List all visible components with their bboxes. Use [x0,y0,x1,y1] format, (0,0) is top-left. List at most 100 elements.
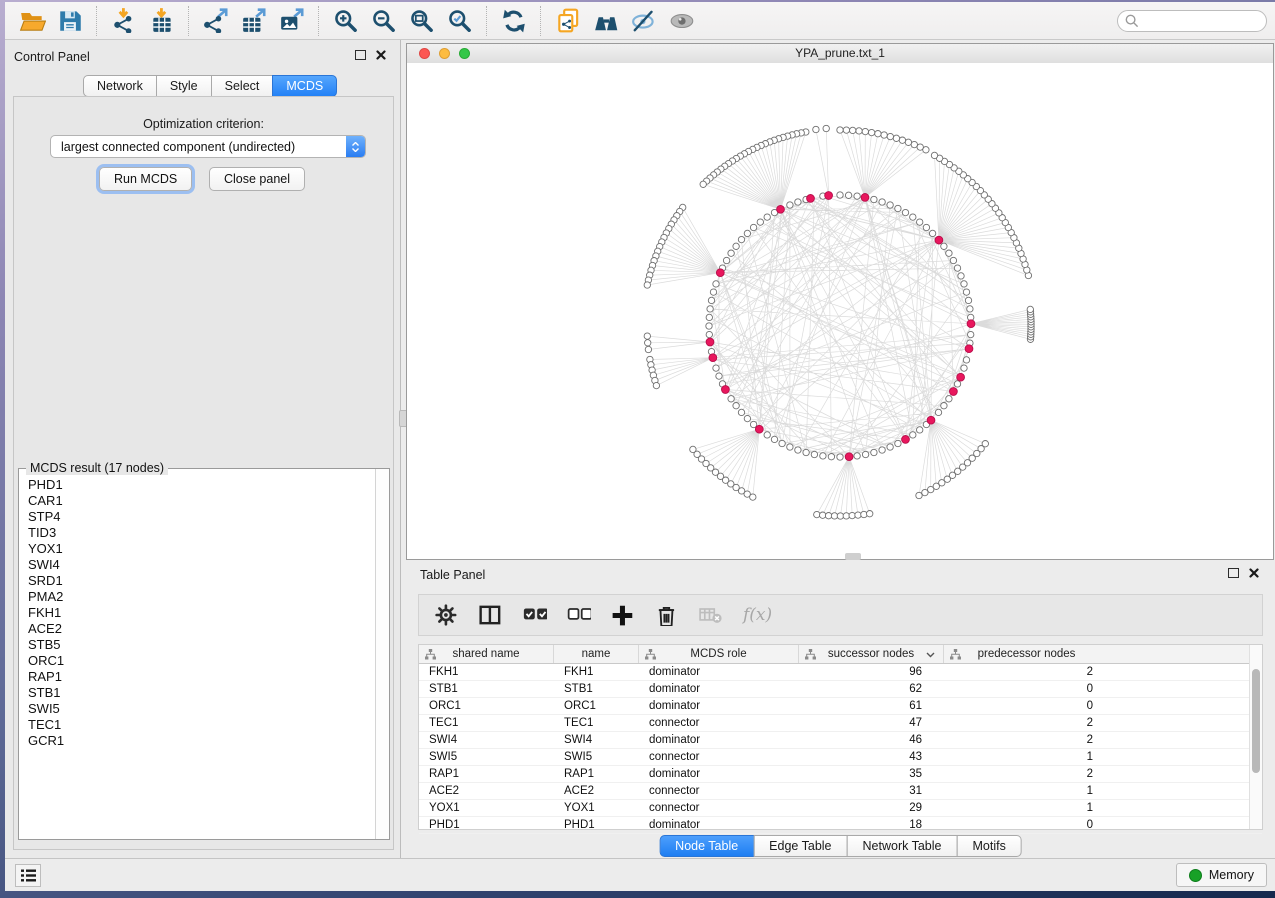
add-row-button[interactable] [611,604,635,626]
cell: dominator [639,766,799,782]
mcds-result-item[interactable]: CAR1 [20,493,375,509]
float-panel-icon[interactable] [355,50,366,60]
export-image-button[interactable] [273,5,311,37]
attribute-type-icon [950,649,961,660]
mcds-result-item[interactable]: YOX1 [20,541,375,557]
column-header-name[interactable]: name [554,645,639,663]
clone-network-button[interactable] [549,5,587,37]
mcds-result-item[interactable]: SRD1 [20,573,375,589]
split-panel-button[interactable] [479,604,503,626]
tab-node-table[interactable]: Node Table [659,835,754,857]
cell [1109,783,1262,799]
cell: SWI4 [554,732,639,748]
close-table-panel-icon[interactable] [1249,568,1259,578]
save-session-button[interactable] [51,5,89,37]
table-row[interactable]: FKH1FKH1dominator962 [419,664,1262,681]
zoom-selected-button[interactable] [441,5,479,37]
deselect-all-button[interactable] [567,604,591,626]
column-header-successor-nodes[interactable]: successor nodes [799,645,944,663]
hide-selected-button[interactable] [625,5,663,37]
table-row[interactable]: ORC1ORC1dominator610 [419,698,1262,715]
mcds-result-item[interactable]: SWI5 [20,701,375,717]
cytoscape-window: Control Panel NetworkStyleSelectMCDS Opt… [5,2,1275,890]
mcds-result-list[interactable]: PHD1CAR1STP4TID3YOX1SWI4SRD1PMA2FKH1ACE2… [20,477,375,838]
cell: PHD1 [419,817,554,833]
table-row[interactable]: ACE2ACE2connector311 [419,783,1262,800]
table-row[interactable]: TEC1TEC1connector472 [419,715,1262,732]
network-window-titlebar[interactable]: YPA_prune.txt_1 [407,44,1273,64]
table-row[interactable]: STB1STB1dominator620 [419,681,1262,698]
mcds-result-item[interactable]: STB1 [20,685,375,701]
first-neighbors-button[interactable] [587,5,625,37]
mcds-result-item[interactable]: ACE2 [20,621,375,637]
mcds-result-item[interactable]: STB5 [20,637,375,653]
table-row[interactable]: PHD1PHD1dominator180 [419,817,1262,834]
horizontal-splitter-handle[interactable] [845,553,861,560]
zoom-out-icon [371,8,398,33]
mcds-result-item[interactable]: ORC1 [20,653,375,669]
cell: dominator [639,817,799,833]
zoom-in-button[interactable] [327,5,365,37]
show-all-button[interactable] [663,5,701,37]
automation-panel-button[interactable] [15,864,41,887]
mcds-result-item[interactable]: SWI4 [20,557,375,573]
tab-edge-table[interactable]: Edge Table [753,835,847,857]
tab-motifs[interactable]: Motifs [956,835,1021,857]
cell: 1 [944,800,1109,816]
control-panel-title: Control Panel [14,50,90,64]
tab-style[interactable]: Style [156,75,212,97]
attribute-type-icon [425,649,436,660]
search-input[interactable] [1117,10,1267,32]
mcds-result-item[interactable]: FKH1 [20,605,375,621]
cell: connector [639,783,799,799]
mcds-result-item[interactable]: PMA2 [20,589,375,605]
open-session-button[interactable] [13,5,51,37]
cell [1109,800,1262,816]
close-panel-icon[interactable] [376,50,386,60]
zoom-selected-icon [447,8,474,33]
cell: 18 [799,817,944,833]
delete-row-button[interactable] [655,604,679,626]
zoom-out-button[interactable] [365,5,403,37]
cell: 47 [799,715,944,731]
memory-button[interactable]: Memory [1176,863,1267,887]
tab-network[interactable]: Network [83,75,157,97]
table-row[interactable]: SWI4SWI4dominator462 [419,732,1262,749]
table-row[interactable]: RAP1RAP1dominator352 [419,766,1262,783]
network-canvas[interactable] [407,63,1273,559]
tab-mcds[interactable]: MCDS [272,75,337,97]
table-row[interactable]: YOX1YOX1connector291 [419,800,1262,817]
table-panel-tabs: Node TableEdge TableNetwork TableMotifs [659,835,1022,857]
import-table-button[interactable] [143,5,181,37]
column-header-predecessor-nodes[interactable]: predecessor nodes [944,645,1109,663]
mcds-result-item[interactable]: STP4 [20,509,375,525]
import-network-button[interactable] [105,5,143,37]
mcds-result-item[interactable]: TID3 [20,525,375,541]
table-scrollbar-thumb[interactable] [1252,669,1260,773]
optimization-criterion-select[interactable]: largest connected component (undirected) [50,135,366,158]
cell: dominator [639,681,799,697]
column-header-MCDS-role[interactable]: MCDS role [639,645,799,663]
zoom-fit-button[interactable] [403,5,441,37]
table-scrollbar[interactable] [1249,645,1262,829]
export-image-icon [279,8,306,33]
mcds-result-item[interactable]: PHD1 [20,477,375,493]
run-mcds-button[interactable]: Run MCDS [99,167,192,191]
close-panel-button[interactable]: Close panel [209,167,305,191]
export-network-button[interactable] [197,5,235,37]
memory-status-icon [1189,869,1202,882]
mcds-result-item[interactable]: GCR1 [20,733,375,749]
control-panel: Control Panel NetworkStyleSelectMCDS Opt… [5,40,401,858]
mcds-result-item[interactable]: RAP1 [20,669,375,685]
apply-layout-button[interactable] [495,5,533,37]
column-settings-button[interactable] [435,604,459,626]
column-header-shared-name[interactable]: shared name [419,645,554,663]
select-all-button[interactable] [523,604,547,626]
float-table-panel-icon[interactable] [1228,568,1239,578]
mcds-result-scrollbar[interactable] [375,469,389,839]
tab-select[interactable]: Select [211,75,274,97]
export-table-button[interactable] [235,5,273,37]
table-row[interactable]: SWI5SWI5connector431 [419,749,1262,766]
tab-network-table[interactable]: Network Table [847,835,958,857]
mcds-result-item[interactable]: TEC1 [20,717,375,733]
